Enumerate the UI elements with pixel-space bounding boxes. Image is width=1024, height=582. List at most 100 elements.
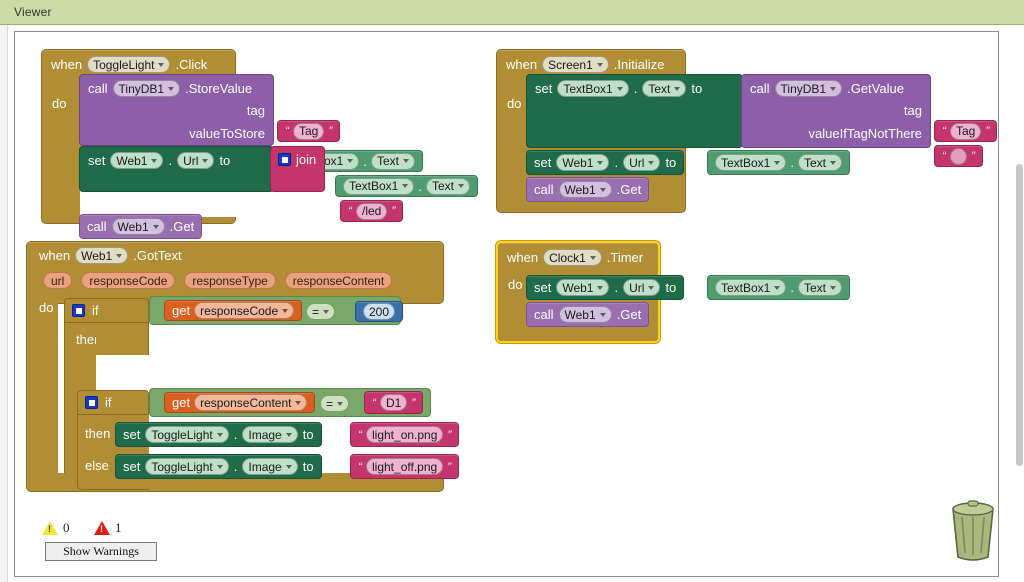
text-value-field[interactable]: D1 — [380, 394, 408, 411]
block-text-light-on[interactable]: “ light_on.png ” — [350, 422, 460, 447]
param-responsecontent[interactable]: responseContent — [284, 272, 393, 289]
text-value-field[interactable]: light_on.png — [366, 426, 444, 443]
chevron-down-icon[interactable] — [597, 160, 604, 165]
block-call-web1-get-init[interactable]: call Web1 .Get — [526, 177, 650, 202]
chevron-down-icon[interactable] — [458, 184, 464, 188]
workspace-frame[interactable]: when ToggleLight .Click do call TinyDB1 — [14, 31, 999, 577]
component-dropdown-togglelight[interactable]: ToggleLight — [145, 458, 229, 475]
chevron-down-icon[interactable] — [648, 285, 655, 290]
component-dropdown-togglelight[interactable]: ToggleLight — [145, 426, 229, 443]
block-set-togglelight-image-on[interactable]: set ToggleLight . Image to — [115, 422, 322, 447]
component-dropdown-clock1[interactable]: Clock1 — [543, 249, 602, 266]
chevron-down-icon[interactable] — [347, 159, 354, 163]
text-value-field[interactable]: Tag — [293, 122, 325, 140]
property-dropdown-text[interactable]: Text — [370, 152, 415, 170]
block-if-inner[interactable]: if — [77, 390, 149, 415]
block-tinydb-getvalue[interactable]: call TinyDB1 .GetValue tag valueIfTagNot… — [741, 74, 931, 148]
chevron-down-icon[interactable] — [774, 285, 781, 290]
chevron-down-icon[interactable] — [216, 432, 223, 437]
component-dropdown-textbox1[interactable]: TextBox1 — [557, 80, 629, 97]
mutator-icon[interactable] — [85, 396, 98, 409]
param-url[interactable]: url — [43, 272, 73, 289]
chevron-down-icon[interactable] — [403, 159, 409, 163]
block-set-togglelight-image-off[interactable]: set ToggleLight . Image to — [115, 454, 322, 479]
block-text-led-path[interactable]: “ /led ” — [340, 200, 404, 222]
component-dropdown-textbox1[interactable]: TextBox1 — [715, 279, 787, 296]
chevron-down-icon[interactable] — [202, 158, 209, 163]
block-set-web1-url[interactable]: set Web1 . Url to — [79, 146, 274, 192]
trash-can-icon[interactable] — [945, 497, 1001, 563]
block-set-web1-url-timer[interactable]: set Web1 . Url to — [526, 275, 685, 300]
block-text-tag[interactable]: “ Tag ” — [277, 120, 341, 142]
component-dropdown-web1[interactable]: Web1 — [556, 279, 610, 296]
component-dropdown-tinydb1[interactable]: TinyDB1 — [774, 80, 843, 97]
number-value-field[interactable]: 200 — [363, 303, 396, 320]
mutator-icon[interactable] — [278, 153, 291, 166]
block-text-empty[interactable]: “ ” — [934, 145, 983, 167]
chevron-down-icon[interactable] — [830, 285, 836, 290]
variable-dropdown-responsecontent[interactable]: responseContent — [194, 394, 308, 411]
block-getter-textbox1-text-init[interactable]: TextBox1 . Text — [707, 150, 850, 175]
chevron-down-icon[interactable] — [596, 62, 603, 67]
chevron-down-icon[interactable] — [158, 62, 165, 67]
property-dropdown-url[interactable]: Url — [177, 152, 215, 169]
chevron-down-icon[interactable] — [152, 224, 159, 229]
property-dropdown-text[interactable]: Text — [797, 279, 842, 296]
text-value-field[interactable]: light_off.png — [366, 458, 444, 475]
vertical-scrollbar[interactable] — [1015, 26, 1024, 582]
chevron-down-icon[interactable] — [597, 285, 604, 290]
chevron-down-icon[interactable] — [116, 253, 123, 258]
text-value-field[interactable] — [950, 147, 967, 165]
blocks-workspace[interactable]: when ToggleLight .Click do call TinyDB1 — [9, 26, 1015, 582]
block-call-web1-get-timer[interactable]: call Web1 .Get — [526, 302, 650, 327]
block-text-d1[interactable]: “ D1 ” — [364, 391, 424, 414]
chevron-down-icon[interactable] — [830, 86, 837, 91]
param-responsecode[interactable]: responseCode — [81, 272, 176, 289]
property-dropdown-text[interactable]: Text — [642, 80, 687, 97]
block-get-responsecode[interactable]: get responseCode — [164, 300, 303, 321]
component-dropdown-textbox1[interactable]: TextBox1 — [715, 154, 787, 171]
chevron-down-icon[interactable] — [168, 86, 175, 91]
component-dropdown-web1[interactable]: Web1 — [75, 247, 129, 264]
operator-dropdown-equals[interactable]: = — [306, 303, 336, 320]
property-dropdown-text[interactable]: Text — [797, 154, 842, 171]
chevron-down-icon[interactable] — [285, 464, 292, 469]
component-dropdown-tinydb1[interactable]: TinyDB1 — [112, 80, 181, 97]
mutator-icon[interactable] — [72, 304, 85, 317]
chevron-down-icon[interactable] — [402, 184, 409, 188]
component-dropdown-web1[interactable]: Web1 — [558, 306, 612, 323]
block-getter-textbox1-text-timer[interactable]: TextBox1 . Text — [707, 275, 850, 300]
chevron-down-icon[interactable] — [599, 187, 606, 192]
block-text-tag-init[interactable]: “ Tag ” — [934, 120, 998, 142]
component-dropdown-web1[interactable]: Web1 — [558, 181, 612, 198]
block-if-outer[interactable]: if — [64, 298, 149, 323]
chevron-down-icon[interactable] — [648, 160, 655, 165]
text-value-field[interactable]: /led — [356, 202, 388, 220]
block-get-responsecontent[interactable]: get responseContent — [164, 392, 316, 413]
block-number-200[interactable]: 200 — [355, 301, 404, 322]
property-dropdown-text[interactable]: Text — [425, 177, 470, 195]
property-dropdown-url[interactable]: Url — [623, 279, 661, 296]
show-warnings-button[interactable]: Show Warnings — [45, 542, 157, 561]
component-dropdown-screen1[interactable]: Screen1 — [542, 56, 609, 73]
chevron-down-icon[interactable] — [323, 309, 330, 314]
block-text-light-off[interactable]: “ light_off.png ” — [350, 454, 460, 479]
chevron-down-icon[interactable] — [282, 308, 289, 313]
block-join[interactable]: join — [270, 146, 325, 192]
property-dropdown-url[interactable]: Url — [623, 154, 661, 171]
chevron-down-icon[interactable] — [674, 86, 681, 91]
operator-dropdown-equals-2[interactable]: = — [320, 395, 350, 412]
scrollbar-thumb[interactable] — [1016, 164, 1023, 466]
component-dropdown-web1[interactable]: Web1 — [111, 218, 165, 235]
block-call-web1-get[interactable]: call Web1 .Get — [79, 214, 203, 239]
block-set-textbox1-text[interactable]: set TextBox1 . Text to — [526, 74, 743, 148]
chevron-down-icon[interactable] — [285, 432, 292, 437]
param-responsetype[interactable]: responseType — [184, 272, 276, 289]
chevron-down-icon[interactable] — [589, 255, 596, 260]
property-dropdown-image[interactable]: Image — [242, 426, 298, 443]
chevron-down-icon[interactable] — [599, 312, 606, 317]
block-getter-textbox1-text-join[interactable]: TextBox1 . Text — [335, 175, 478, 197]
property-dropdown-image[interactable]: Image — [242, 458, 298, 475]
chevron-down-icon[interactable] — [337, 401, 344, 406]
text-value-field[interactable]: Tag — [950, 122, 982, 140]
